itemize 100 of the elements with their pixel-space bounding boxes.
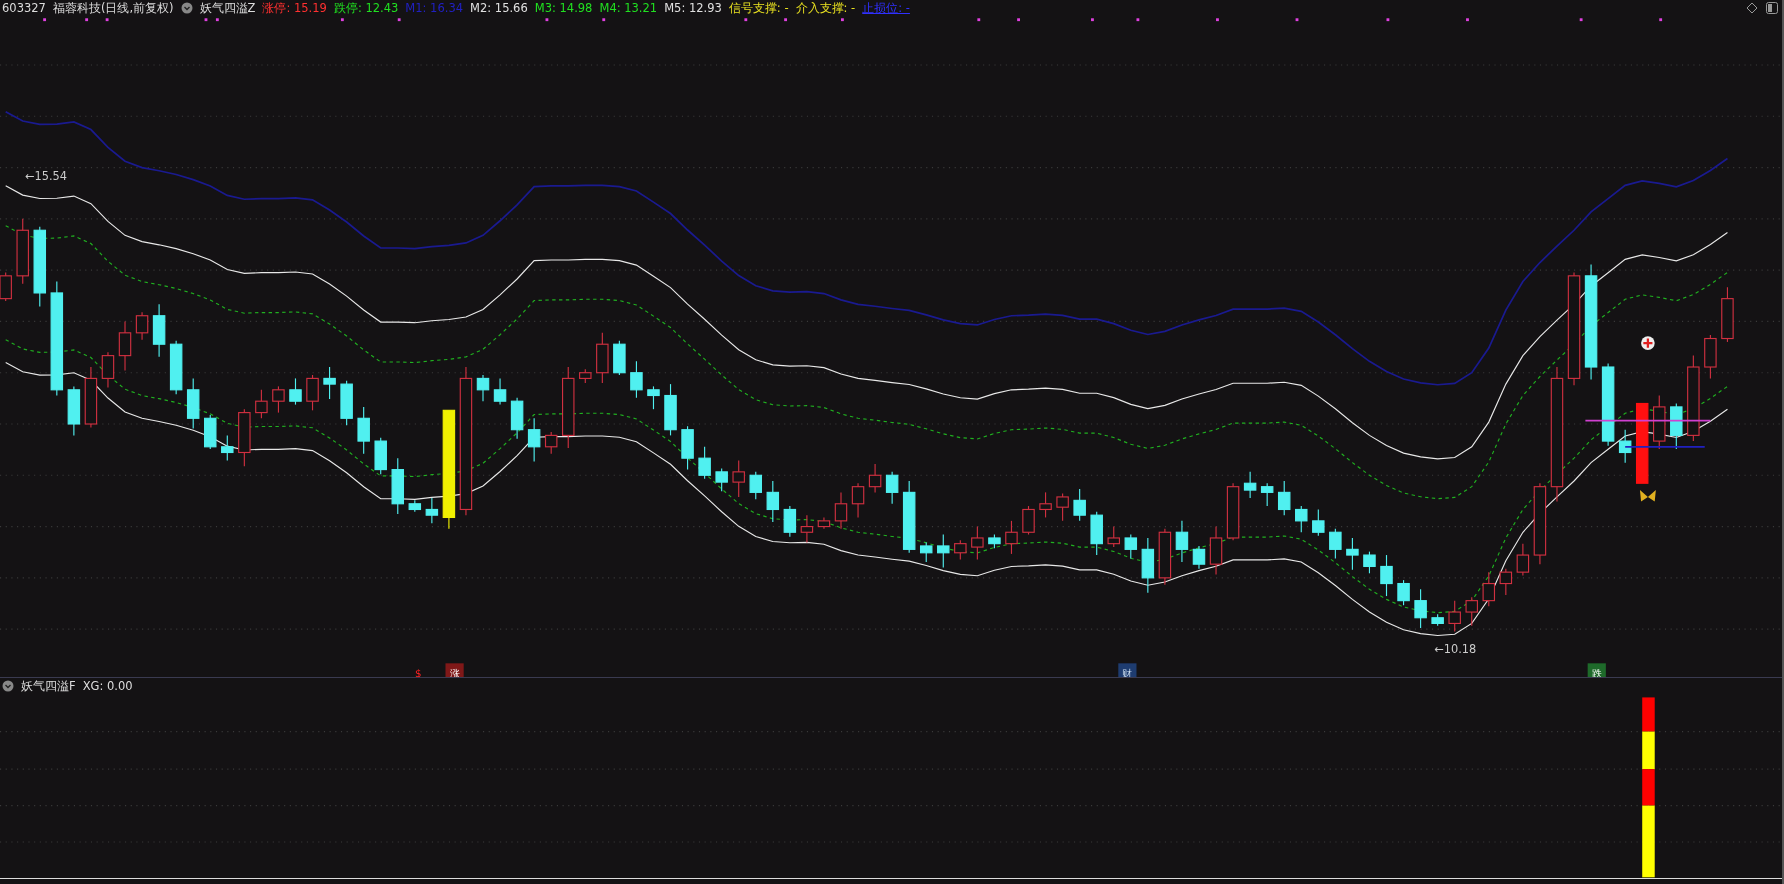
candlestick: [579, 368, 592, 384]
collapse-icon[interactable]: [2, 680, 14, 692]
indicator-value: 信号支撑: -: [728, 0, 789, 16]
candlestick: [1397, 579, 1410, 606]
indicator-value: M1: 16.34: [405, 1, 464, 15]
candlestick: [1312, 508, 1325, 537]
candlestick: [186, 377, 200, 430]
candlestick: [255, 389, 268, 419]
candlestick: [1090, 511, 1103, 556]
plus-circle-icon: [1641, 336, 1655, 350]
candlestick: [544, 431, 558, 455]
indicator-value: M3: 14.98: [534, 1, 593, 15]
candlestick: [1277, 480, 1291, 516]
indicator-value: 介入支撑: -: [795, 0, 856, 16]
candlestick: [1516, 543, 1530, 577]
candlestick: [1039, 491, 1052, 519]
collapse-icon[interactable]: [180, 2, 193, 14]
candlestick: [1670, 402, 1683, 450]
indicator-value: 止损位: -: [862, 0, 910, 16]
candlestick: [834, 491, 848, 530]
candlestick: [868, 463, 882, 493]
candlestick: [851, 482, 865, 519]
candlestick: [885, 471, 899, 505]
candlestick: [1209, 526, 1223, 575]
candlestick: [1192, 545, 1206, 570]
indicator-value: M2: 15.66: [470, 1, 528, 15]
candlestick: [493, 377, 507, 406]
candlestick: [391, 457, 404, 515]
indicator-value: 跌停: 12.43: [333, 0, 399, 16]
indicator-value: M5: 12.93: [664, 1, 722, 15]
candlestick: [1499, 568, 1513, 596]
candlestick: [1158, 528, 1172, 586]
candlestick: [169, 340, 183, 395]
candlestick: [1295, 505, 1308, 533]
candlestick: [1107, 526, 1120, 548]
indicator-value: XG: 0.00: [82, 679, 133, 693]
candlestick: [1005, 520, 1018, 555]
candlestick: [1329, 528, 1342, 560]
stock-code: 603327: [2, 1, 46, 15]
candlestick: [954, 539, 967, 561]
candlestick: [101, 351, 115, 389]
candlestick: [1448, 600, 1461, 632]
candlestick: [67, 385, 81, 436]
candlestick: [1653, 394, 1666, 450]
candlestick: [971, 526, 984, 561]
candlestick: [323, 366, 336, 400]
candlestick: [306, 374, 319, 411]
candlestick: [221, 434, 234, 462]
candlestick: [698, 446, 711, 480]
candlestick: [1141, 537, 1155, 594]
candlestick: [204, 414, 217, 450]
candlestick: [238, 408, 251, 467]
candlestick: [0, 271, 12, 302]
diamond-icon[interactable]: [1746, 2, 1758, 14]
candlestick: [613, 340, 626, 376]
signal-marker: 跌: [1587, 663, 1606, 677]
candlestick: [664, 383, 677, 436]
candlestick: [1721, 286, 1734, 343]
price-label: ←10.18: [1434, 642, 1477, 657]
candlestick: [16, 218, 29, 285]
candlestick: [118, 320, 132, 371]
candlestick: [1073, 488, 1086, 522]
candlestick: [1431, 613, 1444, 627]
candlestick: [715, 467, 728, 492]
candlestick: [510, 397, 524, 440]
candlestick: [647, 385, 660, 410]
candlestick: [408, 499, 422, 513]
candlestick: [1260, 482, 1274, 507]
candlestick: [340, 380, 353, 426]
candlestick: [1022, 505, 1035, 536]
candlestick: [289, 377, 302, 406]
candlestick: [1363, 551, 1376, 574]
candlestick: [1414, 588, 1427, 629]
candlestick: [135, 311, 149, 341]
panel-toggle-icon[interactable]: [1766, 2, 1778, 14]
candlestick: [596, 332, 609, 384]
candlestick: [84, 366, 98, 428]
candlestick: [1704, 334, 1717, 379]
candlestick: [732, 459, 745, 498]
candlestick: [1056, 492, 1069, 522]
candlestick: [783, 505, 797, 538]
candlestick: [630, 360, 643, 399]
candlestick: [681, 425, 694, 471]
candlestick: [476, 374, 490, 402]
candlestick: [817, 516, 831, 530]
indicator-value: 涨停: 15.19: [262, 0, 327, 16]
candlestick: [1482, 571, 1496, 607]
candlestick: [425, 497, 439, 524]
candlestick: [766, 480, 780, 523]
candlestick: [1124, 533, 1138, 560]
candlestick: [1346, 537, 1359, 571]
candlestick: [919, 541, 933, 563]
candlestick: [1226, 482, 1240, 541]
candlestick: [800, 514, 814, 544]
candlestick: [527, 417, 541, 463]
indicator-name: 妖气四溢F: [21, 678, 76, 694]
candlestick: [937, 533, 950, 569]
candlestick: [357, 406, 370, 455]
candlestick: [1243, 471, 1257, 499]
candlestick: [152, 303, 166, 358]
